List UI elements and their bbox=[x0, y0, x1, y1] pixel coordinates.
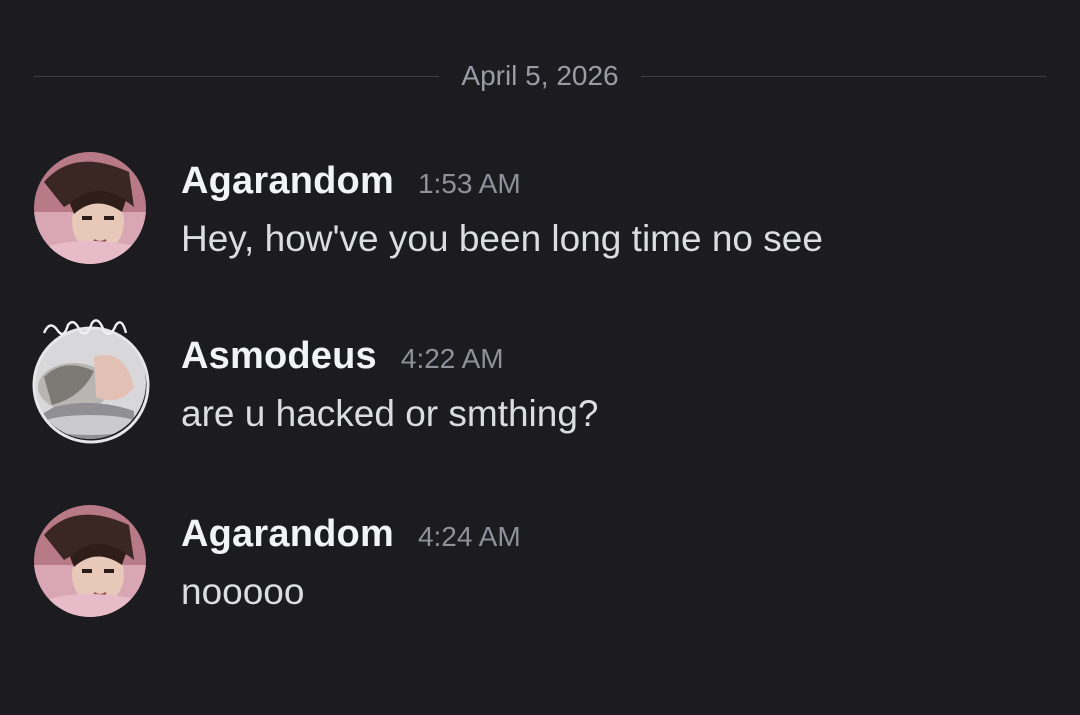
divider-line-left bbox=[34, 75, 440, 77]
timestamp: 4:24 AM bbox=[417, 521, 521, 552]
date-divider-label: April 5, 2026 bbox=[461, 60, 619, 91]
message-item[interactable]: Agarandom 1:53 AM Hey, how've you been l… bbox=[0, 152, 1080, 282]
user-avatar[interactable] bbox=[34, 152, 146, 264]
message-header: Agarandom 1:53 AM bbox=[181, 160, 521, 203]
message-item[interactable]: Agarandom 4:24 AM nooooo bbox=[0, 505, 1080, 635]
message-content: are u hacked or smthing? bbox=[181, 393, 599, 434]
message-header: Asmodeus 4:22 AM bbox=[181, 335, 504, 378]
anime-character-avatar-icon bbox=[34, 152, 146, 264]
message-content: Hey, how've you been long time no see bbox=[181, 218, 823, 259]
timestamp: 1:53 AM bbox=[417, 168, 521, 199]
message-header: Agarandom 4:24 AM bbox=[181, 513, 521, 556]
anime-character-avatar-icon bbox=[34, 505, 146, 617]
user-avatar[interactable] bbox=[34, 505, 146, 617]
message-item[interactable]: Asmodeus 4:22 AM are u hacked or smthing… bbox=[0, 319, 1080, 457]
username[interactable]: Agarandom bbox=[181, 513, 394, 556]
username[interactable]: Asmodeus bbox=[181, 335, 377, 378]
divider-line-right bbox=[640, 75, 1046, 77]
date-divider: April 5, 2026 bbox=[34, 54, 1046, 98]
aespa-logo-icon bbox=[42, 319, 128, 336]
timestamp: 4:22 AM bbox=[400, 343, 504, 374]
message-content: nooooo bbox=[181, 571, 305, 612]
username[interactable]: Agarandom bbox=[181, 160, 394, 203]
